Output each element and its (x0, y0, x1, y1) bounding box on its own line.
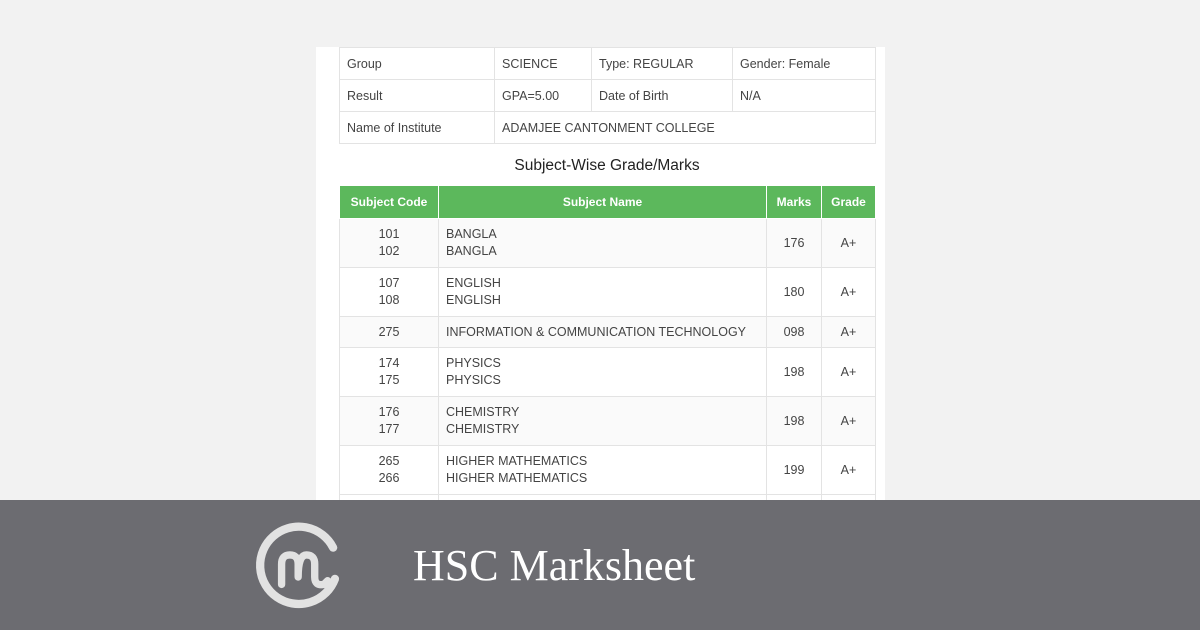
subject-marks: 199 (766, 445, 822, 495)
subject-code: 108 (378, 293, 400, 307)
subject-name: CHEMISTRY (446, 405, 520, 419)
info-row-group: Group SCIENCE Type: REGULAR Gender: Fema… (339, 47, 876, 80)
subject-code: 102 (378, 244, 400, 258)
subject-name: PHYSICS (446, 373, 501, 387)
subject-name: BANGLA (446, 244, 497, 258)
subject-marks: 098 (766, 316, 822, 348)
subject-marks: 198 (766, 396, 822, 446)
info-row-result: Result GPA=5.00 Date of Birth N/A (339, 79, 876, 112)
table-row: 176 177 CHEMISTRY CHEMISTRY 198 A+ (339, 396, 876, 446)
header-subject-code: Subject Code (339, 185, 439, 219)
subject-code: 107 (378, 276, 400, 290)
subject-name: HIGHER MATHEMATICS (446, 471, 588, 485)
marks-table: Subject Code Subject Name Marks Grade 10… (339, 185, 876, 500)
info-value-dob: N/A (732, 79, 876, 112)
table-row: 107 108 ENGLISH ENGLISH 180 A+ (339, 267, 876, 317)
subject-code: 101 (378, 227, 400, 241)
subject-code: 176 (378, 405, 400, 419)
subject-name: ENGLISH (446, 293, 501, 307)
subject-name-cell: ENGLISH ENGLISH (438, 267, 767, 317)
subject-code: 266 (378, 471, 400, 485)
subject-name: ENGLISH (446, 276, 501, 290)
banner-title: HSC Marksheet (413, 541, 696, 590)
subject-marks: 180 (766, 267, 822, 317)
coinmarketcap-logo-icon (256, 522, 340, 609)
subject-code-cell: 174 175 (339, 347, 439, 397)
subject-grade: A+ (821, 218, 876, 268)
info-label-result: Result (339, 79, 495, 112)
subject-name: CHEMISTRY (446, 422, 520, 436)
subject-name: INFORMATION & COMMUNICATION TECHNOLOGY (438, 316, 767, 348)
table-row: 174 175 PHYSICS PHYSICS 198 A+ (339, 347, 876, 397)
subject-name: PHYSICS (446, 356, 501, 370)
info-label-group: Group (339, 47, 495, 80)
subject-code: 265 (378, 454, 400, 468)
section-title: Subject-Wise Grade/Marks (514, 157, 700, 174)
subject-marks: 176 (766, 218, 822, 268)
subject-name: HIGHER MATHEMATICS (446, 454, 588, 468)
subject-name-cell: CHEMISTRY CHEMISTRY (438, 396, 767, 446)
header-subject-name: Subject Name (438, 185, 767, 219)
info-label-dob: Date of Birth (591, 79, 733, 112)
info-value-gpa: GPA=5.00 (494, 79, 592, 112)
subject-code-cell: 176 177 (339, 396, 439, 446)
subject-code: 177 (378, 422, 400, 436)
subject-code-cell: 265 266 (339, 445, 439, 495)
header-grade: Grade (821, 185, 876, 219)
subject-name: BANGLA (446, 227, 497, 241)
subject-grade: A+ (821, 445, 876, 495)
subject-name-cell: HIGHER MATHEMATICS HIGHER MATHEMATICS (438, 445, 767, 495)
subject-code: 175 (378, 373, 400, 387)
table-row: 101 102 BANGLA BANGLA 176 A+ (339, 218, 876, 268)
marksheet-panel: Group SCIENCE Type: REGULAR Gender: Fema… (316, 47, 885, 500)
student-info-table: Group SCIENCE Type: REGULAR Gender: Fema… (339, 47, 876, 144)
marks-header-row: Subject Code Subject Name Marks Grade (339, 185, 876, 219)
subject-name-cell: PHYSICS PHYSICS (438, 347, 767, 397)
info-value-institute: ADAMJEE CANTONMENT COLLEGE (494, 111, 876, 144)
subject-grade: A+ (821, 396, 876, 446)
subject-marks: 198 (766, 347, 822, 397)
subject-code-cell: 101 102 (339, 218, 439, 268)
title-banner: HSC Marksheet (0, 500, 1200, 630)
header-marks: Marks (766, 185, 822, 219)
table-row: 275 INFORMATION & COMMUNICATION TECHNOLO… (339, 316, 876, 348)
info-value-group: SCIENCE (494, 47, 592, 80)
subject-grade: A+ (821, 316, 876, 348)
subject-code: 275 (339, 316, 439, 348)
subject-grade: A+ (821, 347, 876, 397)
info-gender: Gender: Female (732, 47, 876, 80)
table-row: 265 266 HIGHER MATHEMATICS HIGHER MATHEM… (339, 445, 876, 495)
subject-code-cell: 107 108 (339, 267, 439, 317)
subject-name-cell: BANGLA BANGLA (438, 218, 767, 268)
info-type: Type: REGULAR (591, 47, 733, 80)
subject-code: 174 (378, 356, 400, 370)
info-label-institute: Name of Institute (339, 111, 495, 144)
subject-grade: A+ (821, 267, 876, 317)
info-row-institute: Name of Institute ADAMJEE CANTONMENT COL… (339, 111, 876, 144)
